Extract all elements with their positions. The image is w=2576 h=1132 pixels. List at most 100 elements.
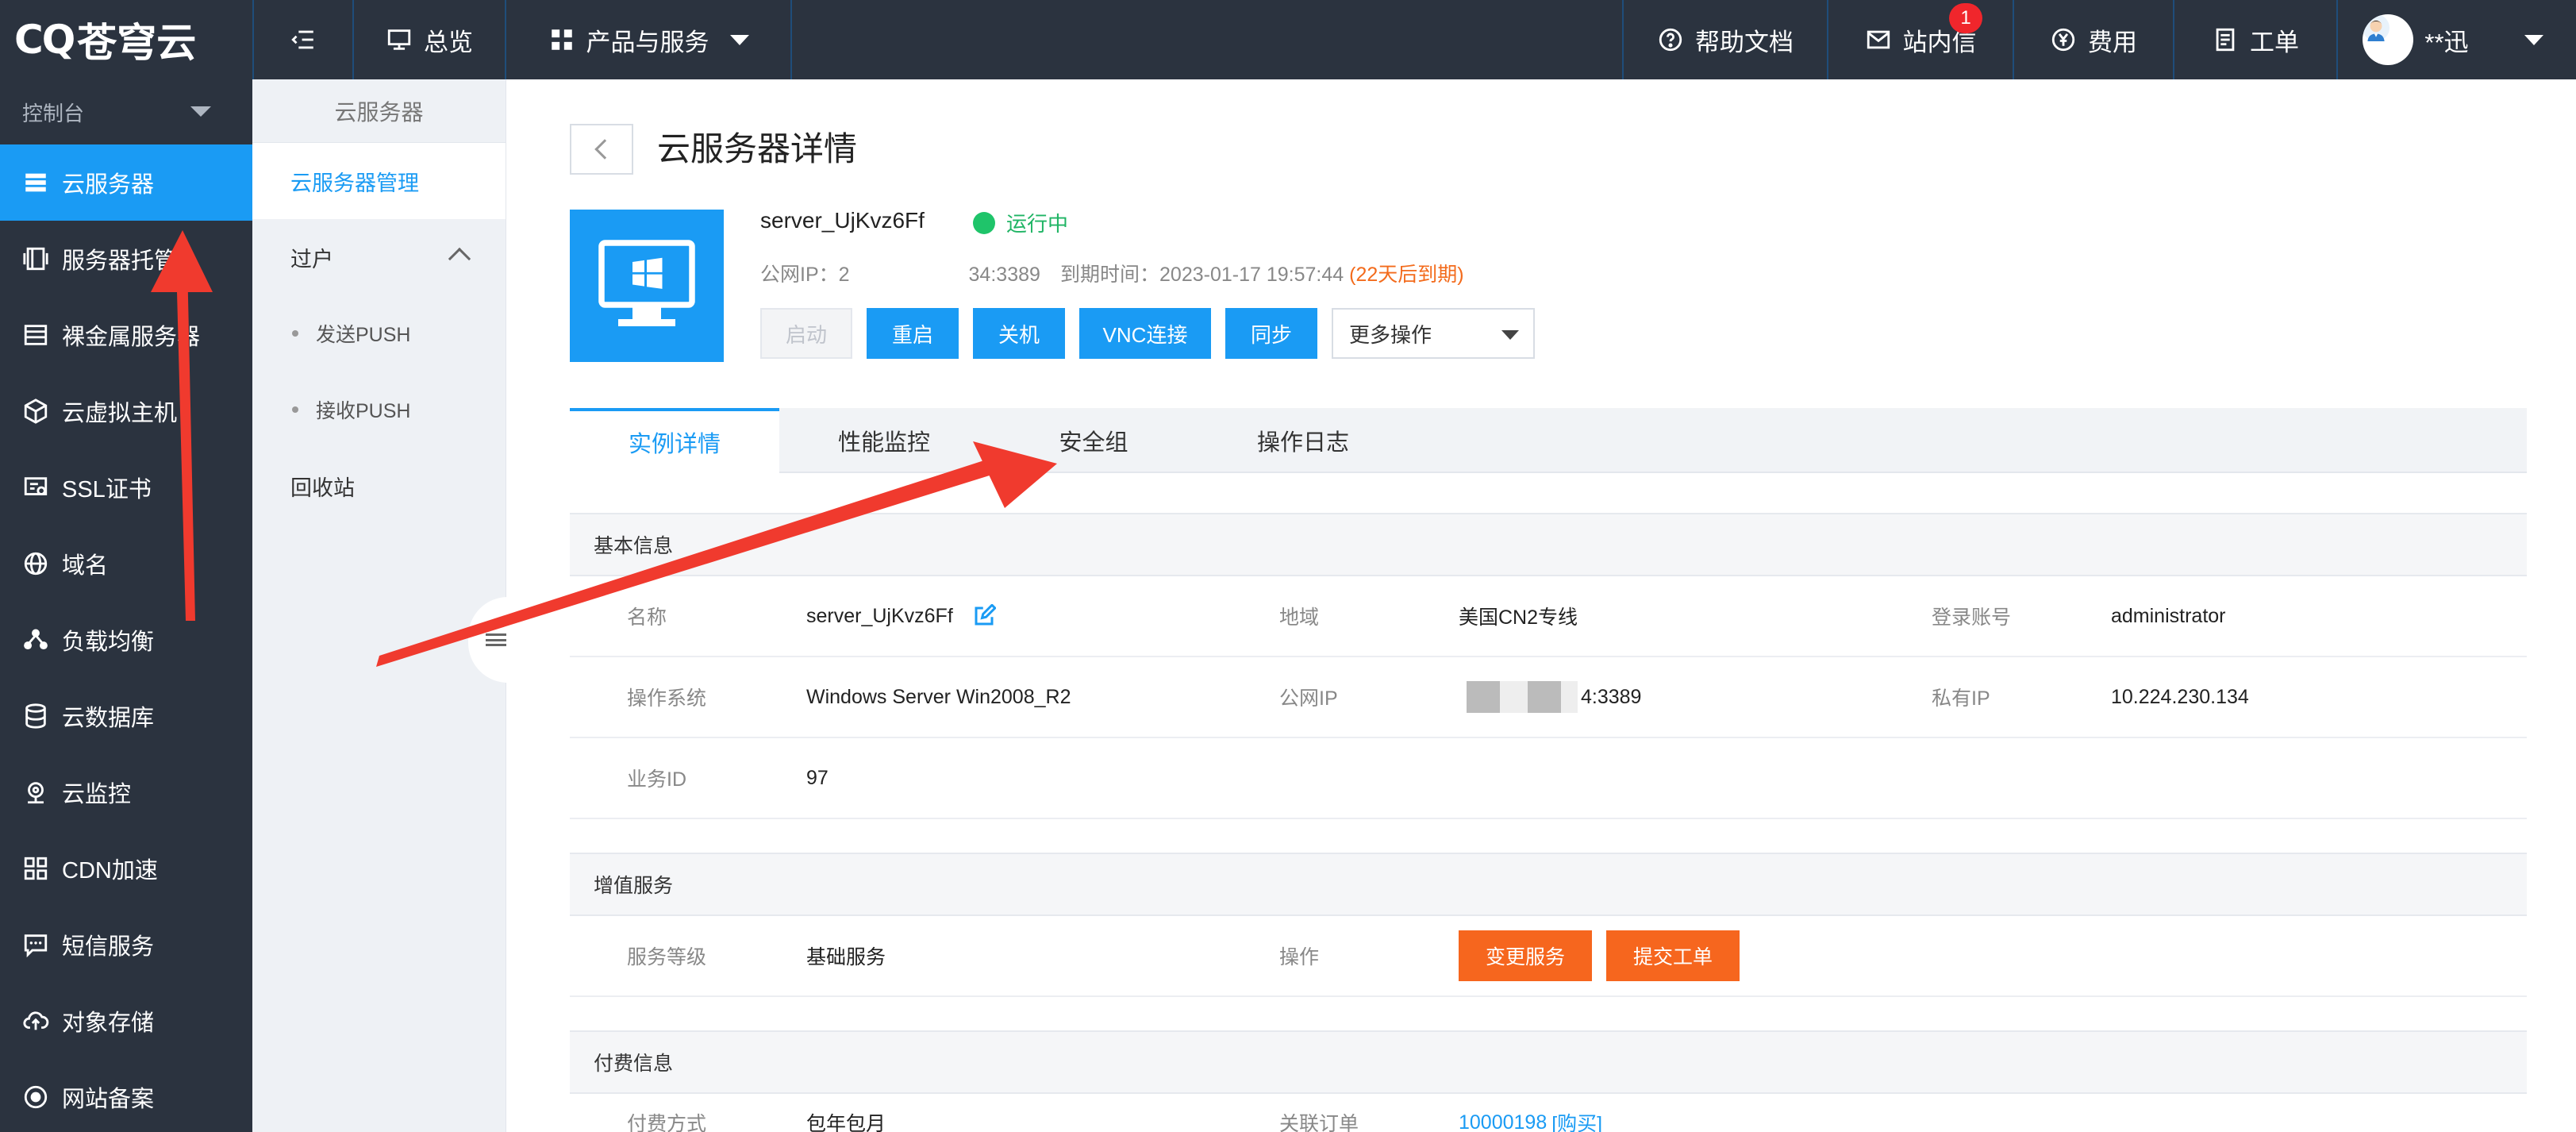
- sync-button[interactable]: 同步: [1225, 308, 1317, 359]
- name-value: server_UjKvz6Ff: [806, 576, 996, 656]
- table-row: 付费方式 包年包月 关联订单 10000198 [购买]: [570, 1094, 2527, 1132]
- main-content: 云服务器详情 server_UjKvz6Ff 运行中 公网IP：2 34:3389…: [506, 79, 2576, 1132]
- sidebar-item-cloud-server[interactable]: 云服务器: [0, 144, 252, 221]
- subnav-item-transfer[interactable]: 过户: [252, 219, 506, 295]
- sidebar-item-icp-record[interactable]: 网站备案: [0, 1059, 252, 1132]
- operation-label: 操作: [1279, 946, 1320, 968]
- bullet-icon: [292, 330, 298, 337]
- subnav-item-label: 云服务器管理: [290, 171, 419, 195]
- grid-icon: [551, 29, 572, 50]
- user-menu[interactable]: **迅: [2338, 0, 2568, 79]
- products-dropdown[interactable]: 产品与服务: [506, 0, 790, 79]
- restart-button[interactable]: 重启: [867, 308, 959, 359]
- subnav-item-server-manage[interactable]: 云服务器管理: [252, 143, 506, 219]
- private-ip-value: 10.224.230.134: [2111, 685, 2249, 708]
- submit-ticket-button[interactable]: 提交工单: [1606, 930, 1740, 981]
- menu-lines-icon: [486, 633, 506, 646]
- sidebar-item-cdn[interactable]: CDN加速: [0, 830, 252, 907]
- order-link[interactable]: 10000198 [购买]: [1459, 1083, 1602, 1132]
- brand-logo[interactable]: CQ 苍穹云: [14, 10, 252, 70]
- tab-instance-detail[interactable]: 实例详情: [570, 408, 779, 473]
- sidebar-item-object-storage[interactable]: 对象存储: [0, 983, 252, 1059]
- status-dot-icon: [973, 211, 995, 234]
- cube-icon: [24, 399, 48, 424]
- sidebar-item-label: 云服务器: [62, 172, 155, 198]
- sidebar-item-database[interactable]: 云数据库: [0, 678, 252, 754]
- windows-server-icon: [570, 210, 724, 362]
- redacted-block: [1467, 681, 1578, 713]
- sidebar-item-ssl[interactable]: SSL证书: [0, 449, 252, 526]
- tab-performance[interactable]: 性能监控: [779, 408, 989, 473]
- products-label: 产品与服务: [586, 28, 709, 56]
- expire-warning: (22天后到期): [1349, 264, 1464, 286]
- edit-icon[interactable]: [972, 604, 996, 628]
- chevron-left-icon: [594, 139, 615, 160]
- name-label: 名称: [627, 606, 667, 629]
- change-service-button[interactable]: 变更服务: [1459, 930, 1593, 981]
- menu-fold-icon: [291, 30, 313, 49]
- business-id-label: 业务ID: [627, 768, 687, 791]
- console-label: 控制台: [22, 101, 85, 125]
- sidebar-item-baremetal[interactable]: 裸金属服务器: [0, 297, 252, 373]
- subnav-item-recv-push[interactable]: 接收PUSH: [252, 372, 506, 448]
- sidebar-item-domain[interactable]: 域名: [0, 526, 252, 602]
- start-button[interactable]: 启动: [760, 308, 852, 359]
- messages-link[interactable]: 站内信 1: [1828, 0, 2013, 79]
- sidebar-item-label: 网站备案: [62, 1087, 155, 1112]
- name-text: server_UjKvz6Ff: [806, 604, 953, 627]
- help-docs-link[interactable]: 帮助文档: [1624, 0, 1827, 79]
- globe-icon: [24, 552, 48, 576]
- table-row: 业务ID 97: [570, 738, 2527, 819]
- cloud-upload-icon: [23, 1011, 49, 1030]
- back-button[interactable]: [570, 124, 633, 175]
- subnav-item-send-push[interactable]: 发送PUSH: [252, 295, 506, 372]
- app-root: CQ 苍穹云 总览 产品与服务 帮助文档 站内信 1 费用 工单 **迅 控制台…: [0, 0, 2576, 1132]
- pay-method-label: 付费方式: [627, 1113, 707, 1132]
- chevron-down-icon: [729, 34, 749, 45]
- messages-badge: 1: [1949, 3, 1982, 33]
- billing-link[interactable]: 费用: [2014, 0, 2173, 79]
- private-ip-label: 私有IP: [1932, 687, 1990, 710]
- region-value: 美国CN2专线: [1459, 606, 1578, 629]
- subnav-item-label: 接收PUSH: [316, 400, 411, 422]
- sidebar-item-monitor[interactable]: 云监控: [0, 754, 252, 830]
- sidebar-item-hosting[interactable]: 服务器托管: [0, 221, 252, 297]
- secondary-sidebar: 云服务器 云服务器管理 过户 发送PUSH 接收PUSH 回收站: [252, 79, 506, 1132]
- region-label: 地域: [1279, 606, 1320, 629]
- operation-buttons: 变更服务 提交工单: [1459, 916, 1754, 995]
- status-badge: 运行中: [973, 208, 1068, 237]
- expire-label: 到期时间：: [1060, 264, 1160, 286]
- subnav-item-label: 过户: [290, 247, 333, 271]
- table-row: 服务等级 基础服务 操作 变更服务 提交工单: [570, 916, 2527, 997]
- vnc-button[interactable]: VNC连接: [1079, 308, 1211, 359]
- sidebar-item-label: 裸金属服务器: [62, 325, 201, 350]
- os-label: 操作系统: [627, 687, 707, 710]
- public-ip-label: 公网IP：: [760, 264, 839, 286]
- ticket-list-icon: [2216, 28, 2235, 52]
- tab-operation-log[interactable]: 操作日志: [1198, 408, 1408, 473]
- sidebar-item-sms[interactable]: 短信服务: [0, 907, 252, 983]
- subnav-item-label: 回收站: [290, 476, 355, 500]
- order-label: 关联订单: [1279, 1113, 1359, 1132]
- shutdown-button[interactable]: 关机: [973, 308, 1065, 359]
- sidebar-item-virtual-host[interactable]: 云虚拟主机: [0, 373, 252, 449]
- login-label: 登录账号: [1932, 606, 2012, 629]
- tab-security-group[interactable]: 安全组: [989, 408, 1198, 473]
- record-icon: [24, 1085, 48, 1109]
- overview-nav[interactable]: 总览: [354, 0, 505, 79]
- sidebar-item-label: 短信服务: [62, 934, 155, 960]
- console-dropdown[interactable]: 控制台: [0, 79, 252, 144]
- public-ip-line: 公网IP：2 34:3389: [760, 259, 1040, 287]
- sidebar-item-label: 服务器托管: [62, 248, 178, 274]
- order-extra: [购买]: [1551, 1113, 1603, 1132]
- chevron-down-icon: [190, 106, 211, 117]
- sidebar-item-label: 对象存储: [62, 1011, 155, 1036]
- certificate-icon: [24, 477, 48, 495]
- subnav-item-label: 发送PUSH: [316, 324, 411, 346]
- more-actions-select[interactable]: 更多操作: [1332, 308, 1535, 359]
- mail-icon: [1867, 30, 1890, 49]
- menu-toggle-button[interactable]: [254, 0, 352, 79]
- subnav-item-recycle-bin[interactable]: 回收站: [252, 448, 506, 524]
- sidebar-item-load-balance[interactable]: 负载均衡: [0, 602, 252, 678]
- tickets-link[interactable]: 工单: [2174, 0, 2336, 79]
